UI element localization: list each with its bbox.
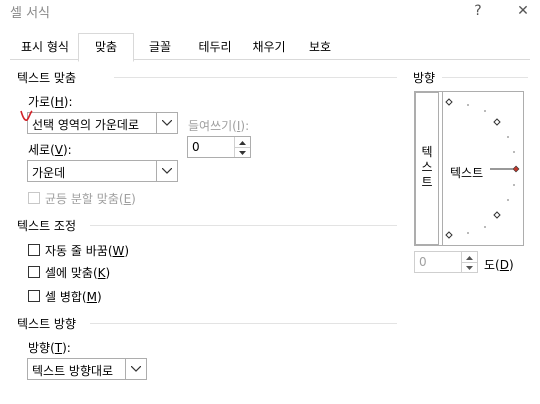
wrap-text-label: 자동 줄 바꿈(W) — [45, 244, 130, 258]
vertical-text-char: 트 — [421, 175, 433, 189]
tab-border[interactable]: 테두리 — [188, 36, 242, 59]
horizontal-orientation-text: 텍스트 — [450, 166, 484, 180]
section-divider — [114, 77, 397, 78]
dialog-title: 셀 서식 — [10, 6, 51, 21]
shrink-to-fit-label: 셀에 맞춤(K) — [45, 266, 111, 280]
tab-alignment[interactable]: 맞춤 — [78, 33, 134, 62]
justify-distributed-checkbox[interactable] — [28, 192, 40, 204]
chevron-down-icon[interactable] — [125, 359, 146, 379]
text-control-section-title: 텍스트 조정 — [17, 219, 77, 233]
wrap-text-checkbox[interactable] — [28, 244, 40, 256]
close-button[interactable]: ✕ — [512, 0, 534, 22]
merge-cells-label: 셀 병합(M) — [45, 290, 102, 304]
shrink-to-fit-checkbox[interactable] — [28, 266, 40, 278]
spin-down-icon[interactable] — [235, 147, 250, 157]
horizontal-align-select[interactable]: 선택 영역의 가운데로 — [27, 112, 178, 134]
chevron-down-icon[interactable] — [156, 113, 177, 133]
help-button[interactable]: ? — [467, 0, 489, 22]
direction-label: 방향(T): — [28, 341, 71, 355]
indent-stepper[interactable]: 0 — [187, 136, 251, 158]
orientation-section-title: 방향 — [413, 71, 436, 85]
vertical-text-button[interactable]: 텍 스 트 — [415, 92, 439, 245]
tab-protection[interactable]: 보호 — [297, 36, 343, 59]
justify-distributed-label: 균등 분할 맞춤(E) — [45, 192, 136, 206]
degrees-stepper[interactable]: 0 — [414, 251, 478, 273]
spin-down-icon[interactable] — [462, 262, 477, 272]
red-annotation-mark — [20, 110, 33, 121]
chevron-down-icon[interactable] — [156, 161, 177, 181]
degrees-value: 0 — [419, 255, 427, 269]
vertical-label: 세로(V): — [28, 143, 72, 157]
section-divider — [90, 225, 397, 226]
section-divider — [442, 77, 528, 78]
section-divider — [90, 323, 397, 324]
text-direction-section-title: 텍스트 방향 — [17, 317, 77, 331]
vertical-align-select[interactable]: 가운데 — [27, 160, 178, 182]
horizontal-align-value: 선택 영역의 가운데로 — [32, 118, 139, 132]
indent-value: 0 — [192, 140, 200, 154]
degrees-label: 도(D) — [484, 258, 514, 272]
vertical-text-char: 스 — [421, 160, 433, 174]
tab-number[interactable]: 표시 형식 — [14, 36, 76, 59]
angle-marker[interactable] — [512, 165, 520, 173]
text-direction-select[interactable]: 텍스트 방향대로 — [27, 358, 147, 380]
vertical-text-char: 텍 — [421, 145, 433, 159]
text-alignment-section-title: 텍스트 맞춤 — [17, 71, 77, 85]
text-direction-value: 텍스트 방향대로 — [32, 364, 114, 378]
merge-cells-checkbox[interactable] — [28, 290, 40, 302]
vertical-align-value: 가운데 — [32, 166, 66, 180]
indent-label: 들여쓰기(I): — [188, 119, 250, 133]
tab-fill[interactable]: 채우기 — [244, 36, 294, 59]
tab-font[interactable]: 글꼴 — [137, 36, 183, 59]
